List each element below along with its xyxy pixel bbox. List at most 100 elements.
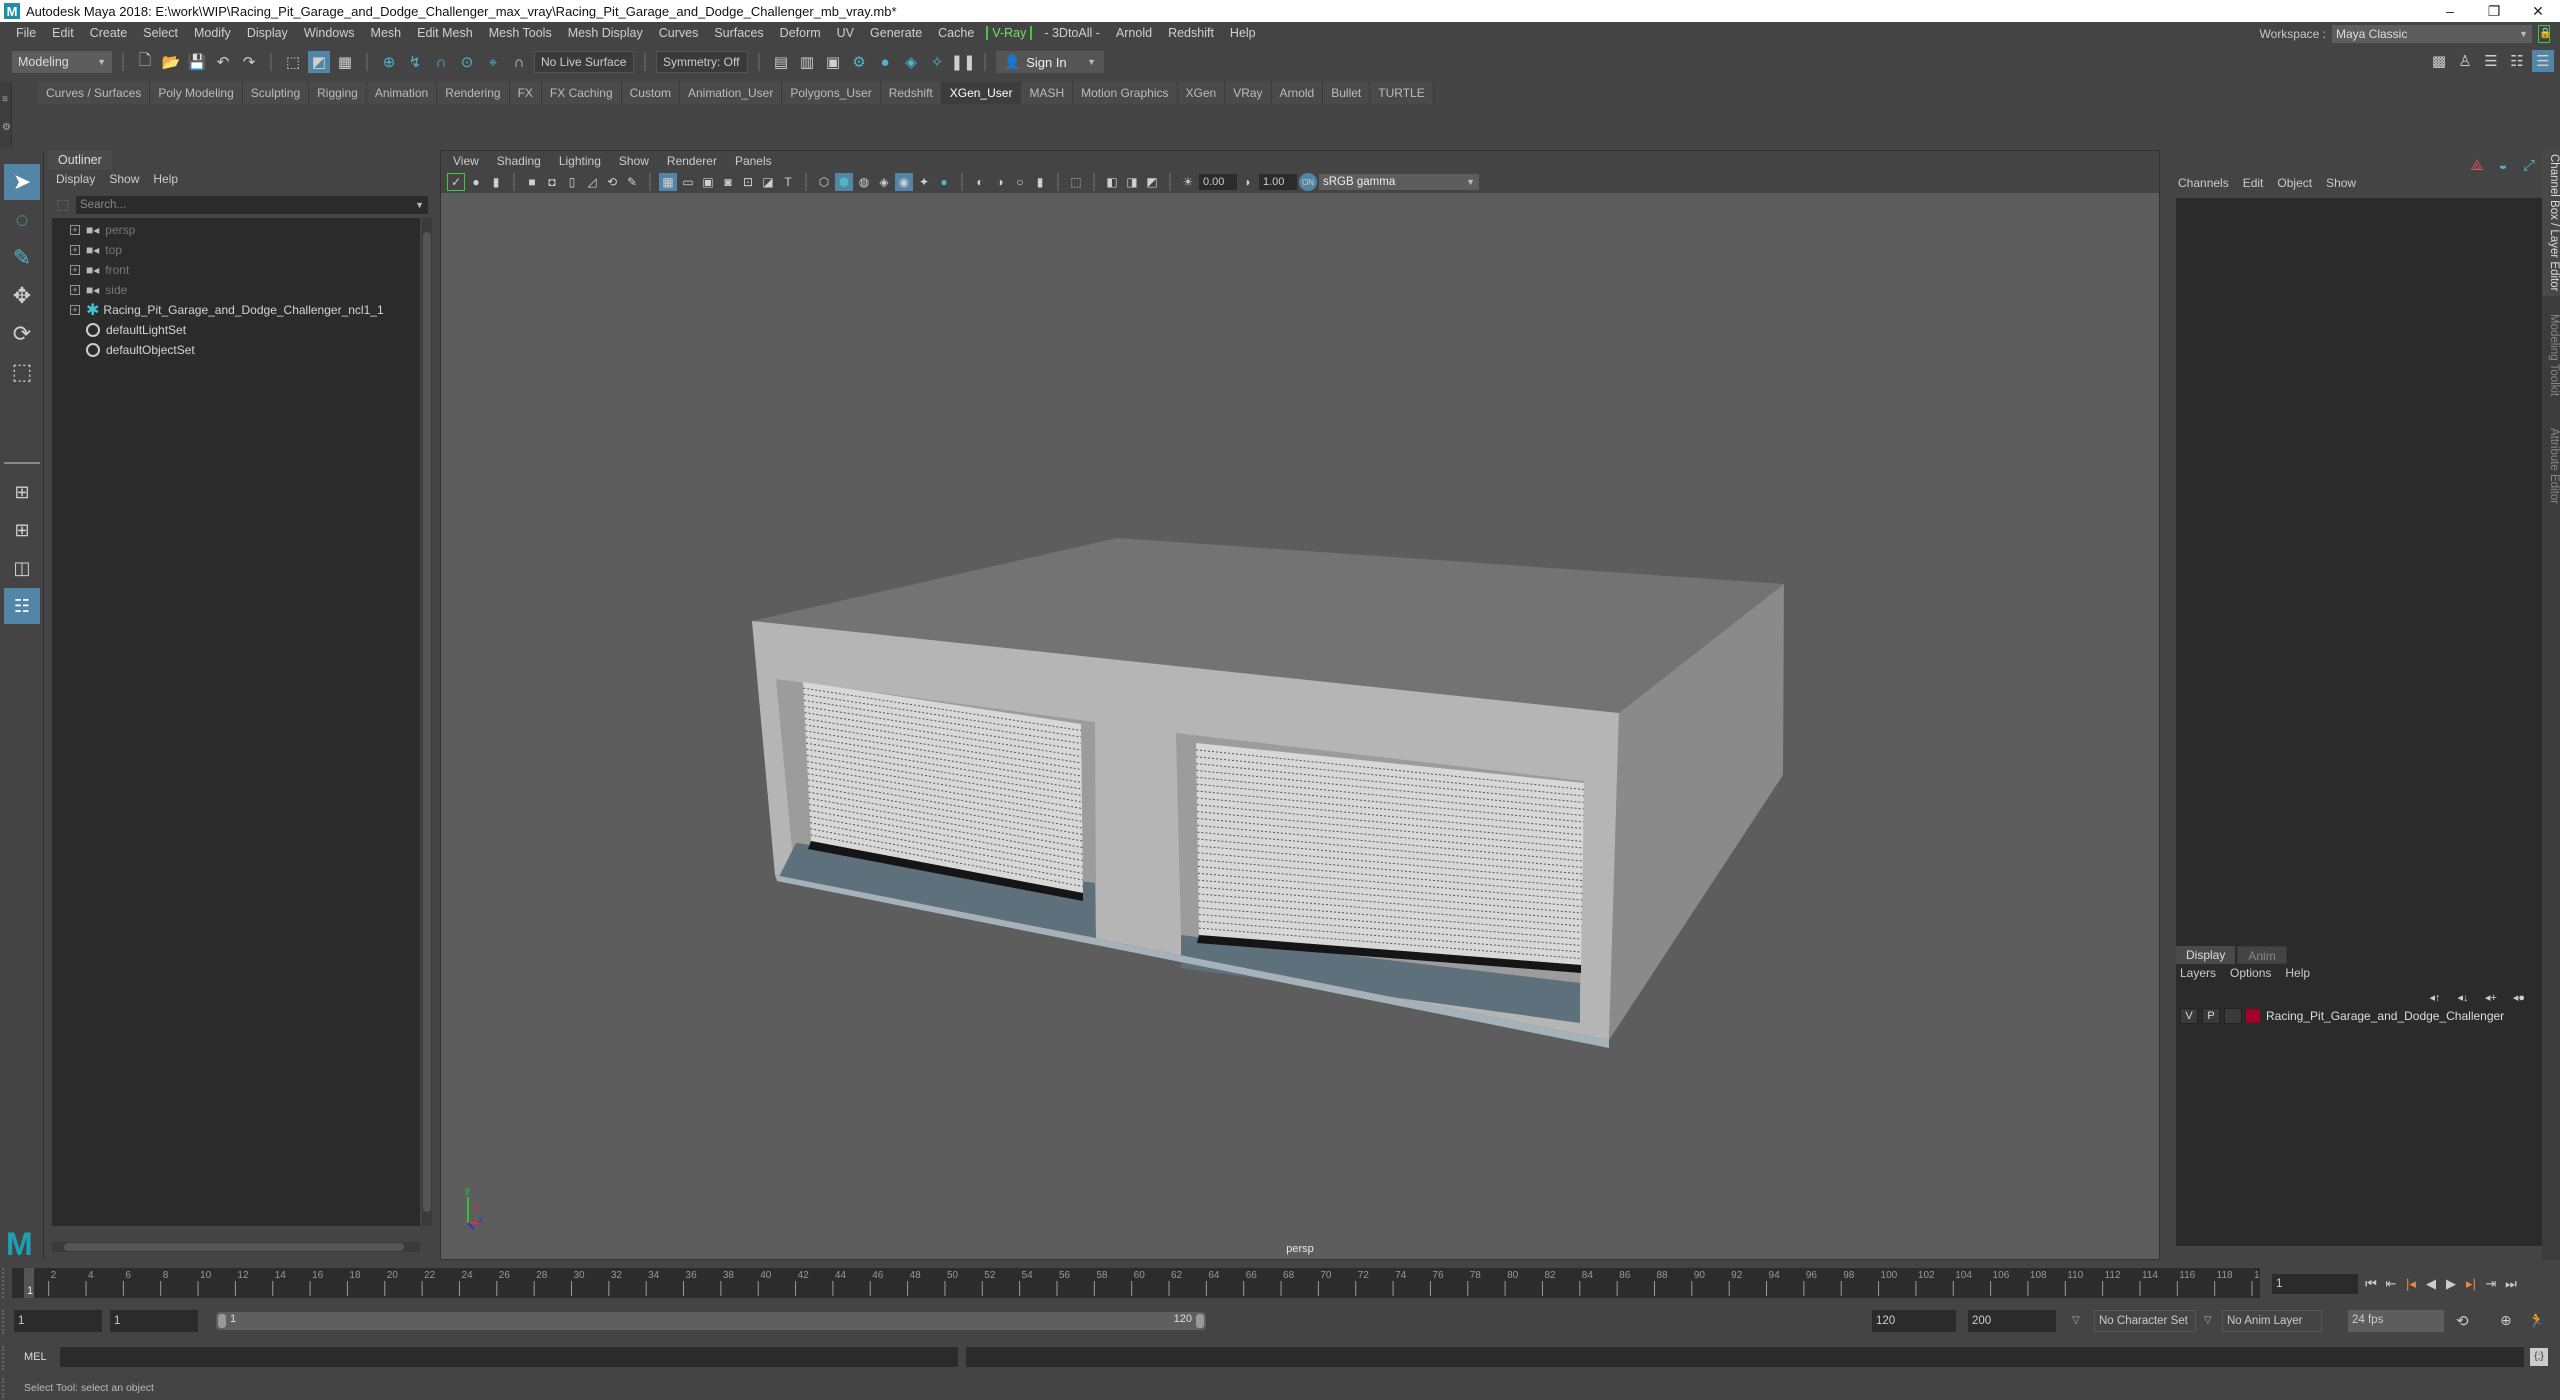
viewport-menu-show[interactable]: Show	[619, 154, 649, 168]
grid-icon[interactable]: ▦	[659, 173, 677, 191]
select-hierarchy-icon[interactable]: ⬚	[282, 51, 304, 73]
camera-icon[interactable]: ■	[523, 173, 541, 191]
side-tab-attribute-editor[interactable]: Attribute Editor	[2542, 424, 2560, 520]
channel-box-toggle-icon[interactable]: ☰	[2532, 50, 2554, 72]
move-tool-icon[interactable]: ✥	[4, 278, 40, 314]
xray-joints-icon[interactable]: ◨	[1123, 173, 1141, 191]
minimize-button[interactable]: –	[2428, 0, 2472, 22]
viewport-menu-view[interactable]: View	[453, 154, 479, 168]
safe-action-icon[interactable]: ◪	[759, 173, 777, 191]
viewport-menu-renderer[interactable]: Renderer	[667, 154, 717, 168]
menu-mesh-tools[interactable]: Mesh Tools	[481, 26, 560, 40]
open-scene-icon[interactable]: 📂	[160, 51, 182, 73]
menu-arnold[interactable]: Arnold	[1108, 26, 1160, 40]
menu-select[interactable]: Select	[135, 26, 186, 40]
gate-mask-icon[interactable]: ◙	[719, 173, 737, 191]
select-component-icon[interactable]: ▦	[334, 51, 356, 73]
menu-windows[interactable]: Windows	[296, 26, 363, 40]
outliner-item[interactable]: + ■◂ persp	[52, 220, 135, 240]
outliner-menu-show[interactable]: Show	[109, 172, 139, 186]
undo-icon[interactable]: ↶	[212, 51, 234, 73]
shelf-gear-icon[interactable]: ⚙	[2, 122, 11, 133]
use-all-lights-icon[interactable]: ◉	[895, 173, 913, 191]
exposure-icon[interactable]: ☀	[1179, 173, 1197, 191]
snap-grid-icon[interactable]: ⊕	[378, 51, 400, 73]
sign-in-button[interactable]: 👤 Sign In	[996, 51, 1104, 73]
layer-tab-display[interactable]: Display	[2176, 946, 2236, 964]
menu-generate[interactable]: Generate	[862, 26, 930, 40]
expand-icon[interactable]: +	[70, 305, 80, 315]
expand-icon[interactable]: +	[70, 285, 80, 295]
outliner-item[interactable]: + ■◂ top	[52, 240, 122, 260]
shelf-tab-fx-caching[interactable]: FX Caching	[541, 82, 622, 104]
auto-key-icon[interactable]: ⊕	[2500, 1312, 2512, 1329]
play-forwards-icon[interactable]: ▶	[2444, 1276, 2458, 1292]
fps-dropdown[interactable]: 24 fps	[2348, 1310, 2444, 1332]
light-editor-icon[interactable]: ✧	[926, 51, 948, 73]
close-button[interactable]: ✕	[2516, 0, 2560, 22]
snap-view-plane-icon[interactable]: ⌖	[482, 51, 504, 73]
render-current-frame-icon[interactable]: ▥	[796, 51, 818, 73]
gamma-icon[interactable]: ◗	[1239, 173, 1257, 191]
menu-file[interactable]: File	[8, 26, 44, 40]
menu-surfaces[interactable]: Surfaces	[706, 26, 771, 40]
bookmark-icon[interactable]: ▯	[563, 173, 581, 191]
step-forward-frame-icon[interactable]: ▸|	[2464, 1276, 2478, 1292]
menu-redshift[interactable]: Redshift	[1160, 26, 1222, 40]
menu-mesh[interactable]: Mesh	[363, 26, 410, 40]
layer-display-type-toggle[interactable]	[2224, 1008, 2242, 1024]
play-backwards-icon[interactable]: ◀	[2424, 1276, 2438, 1292]
camera-select-icon[interactable]: ●	[467, 173, 485, 191]
layer-color-swatch[interactable]	[2246, 1009, 2260, 1023]
garage-model[interactable]	[752, 538, 1784, 1048]
lights-icon[interactable]: ✦	[915, 173, 933, 191]
hypershade-icon[interactable]: ●	[874, 51, 896, 73]
menu-modify[interactable]: Modify	[186, 26, 239, 40]
scale-tool-icon[interactable]: ⬚	[4, 354, 40, 390]
pause-render-icon[interactable]: ❚❚	[950, 51, 975, 73]
outliner-layout-icon[interactable]: ☷	[4, 588, 40, 624]
ipr-render-icon[interactable]: ▣	[822, 51, 844, 73]
shelf-tab-curves-surfaces[interactable]: Curves / Surfaces	[38, 82, 151, 104]
isolate-select-icon[interactable]: ⬚	[1067, 173, 1085, 191]
time-slider[interactable]: 1 2 4 6 8 10 12 14 16 18 20 22 24 26 28 30 32 34 36 38 40 42 4…	[12, 1268, 2271, 1298]
menu-mesh-display[interactable]: Mesh Display	[560, 26, 651, 40]
layer-playback-toggle[interactable]: P	[2202, 1008, 2220, 1024]
restore-button[interactable]: ❐	[2472, 0, 2516, 22]
manipulator-icon[interactable]: ⟁	[2466, 154, 2488, 176]
layer-tab-anim[interactable]: Anim	[2237, 946, 2287, 964]
menu-display[interactable]: Display	[239, 26, 296, 40]
shelf-tab-poly-modeling[interactable]: Poly Modeling	[150, 82, 243, 104]
redo-icon[interactable]: ↷	[238, 51, 260, 73]
shelf-tab-polygons-user[interactable]: Polygons_User	[782, 82, 881, 104]
shelf-tab-rigging[interactable]: Rigging	[309, 82, 367, 104]
lock-camera-icon[interactable]: ◘	[543, 173, 561, 191]
command-input[interactable]	[60, 1347, 958, 1367]
2d-pan-zoom-icon[interactable]: ⟲	[603, 173, 621, 191]
speed-icon[interactable]: ◒	[2492, 154, 2514, 176]
character-set-arrow-icon[interactable]: ▽	[2072, 1315, 2080, 1326]
range-start-handle[interactable]	[218, 1314, 226, 1328]
gamma-field[interactable]: 1.00	[1259, 174, 1297, 190]
menu-curves[interactable]: Curves	[651, 26, 707, 40]
outliner-item[interactable]: defaultLightSet	[52, 320, 186, 340]
smooth-shade-icon[interactable]: ⬢	[835, 173, 853, 191]
layers-menu[interactable]: Layers	[2180, 966, 2216, 980]
expand-icon[interactable]: +	[70, 225, 80, 235]
outliner-item[interactable]: + ■◂ front	[52, 260, 129, 280]
menu-cache[interactable]: Cache	[930, 26, 982, 40]
viewport-menu-lighting[interactable]: Lighting	[559, 154, 601, 168]
hyperbolic-icon[interactable]: ⤢	[2518, 154, 2540, 176]
layer-row[interactable]: V P Racing_Pit_Garage_and_Dodge_Challeng…	[2180, 1008, 2504, 1024]
layer-options-menu[interactable]: Options	[2230, 966, 2271, 980]
shelf-tab-xgen-user[interactable]: XGen_User	[941, 82, 1022, 104]
shelf-tab-animation[interactable]: Animation	[366, 82, 438, 104]
outliner-search-input[interactable]: Search...	[76, 196, 428, 214]
layer-help-menu[interactable]: Help	[2285, 966, 2310, 980]
shelf-tab-redshift[interactable]: Redshift	[880, 82, 942, 104]
wireframe-icon[interactable]: ⬡	[815, 173, 833, 191]
snap-curve-icon[interactable]: ↯	[404, 51, 426, 73]
playback-start-field[interactable]: 1	[110, 1310, 198, 1332]
menu-set-dropdown[interactable]: Modeling	[12, 51, 112, 73]
step-back-frame-icon[interactable]: |◂	[2404, 1276, 2418, 1292]
